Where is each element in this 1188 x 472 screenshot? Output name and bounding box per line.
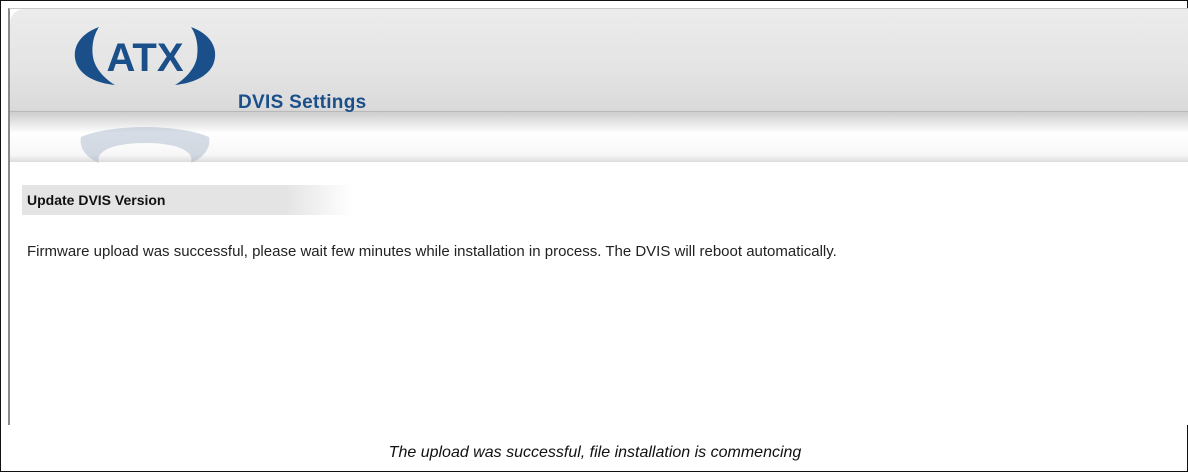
figure-caption: The upload was successful, file installa…: [388, 444, 802, 461]
atx-logo: ATX: [74, 27, 216, 85]
logo-text: ATX: [106, 36, 183, 80]
page-header: ATX DVIS Settings: [10, 9, 1188, 163]
section-header: Update DVIS Version: [22, 185, 352, 215]
header-divider: [10, 111, 1188, 112]
figure-frame: ATX DVIS Settings Update DVIS Version Fi…: [0, 0, 1188, 472]
atx-logo-reflection: [80, 127, 210, 163]
page-title: DVIS Settings: [238, 92, 367, 113]
browser-page: ATX DVIS Settings Update DVIS Version Fi…: [8, 8, 1188, 425]
section-title: Update DVIS Version: [27, 192, 166, 208]
status-message: Firmware upload was successful, please w…: [27, 243, 837, 260]
